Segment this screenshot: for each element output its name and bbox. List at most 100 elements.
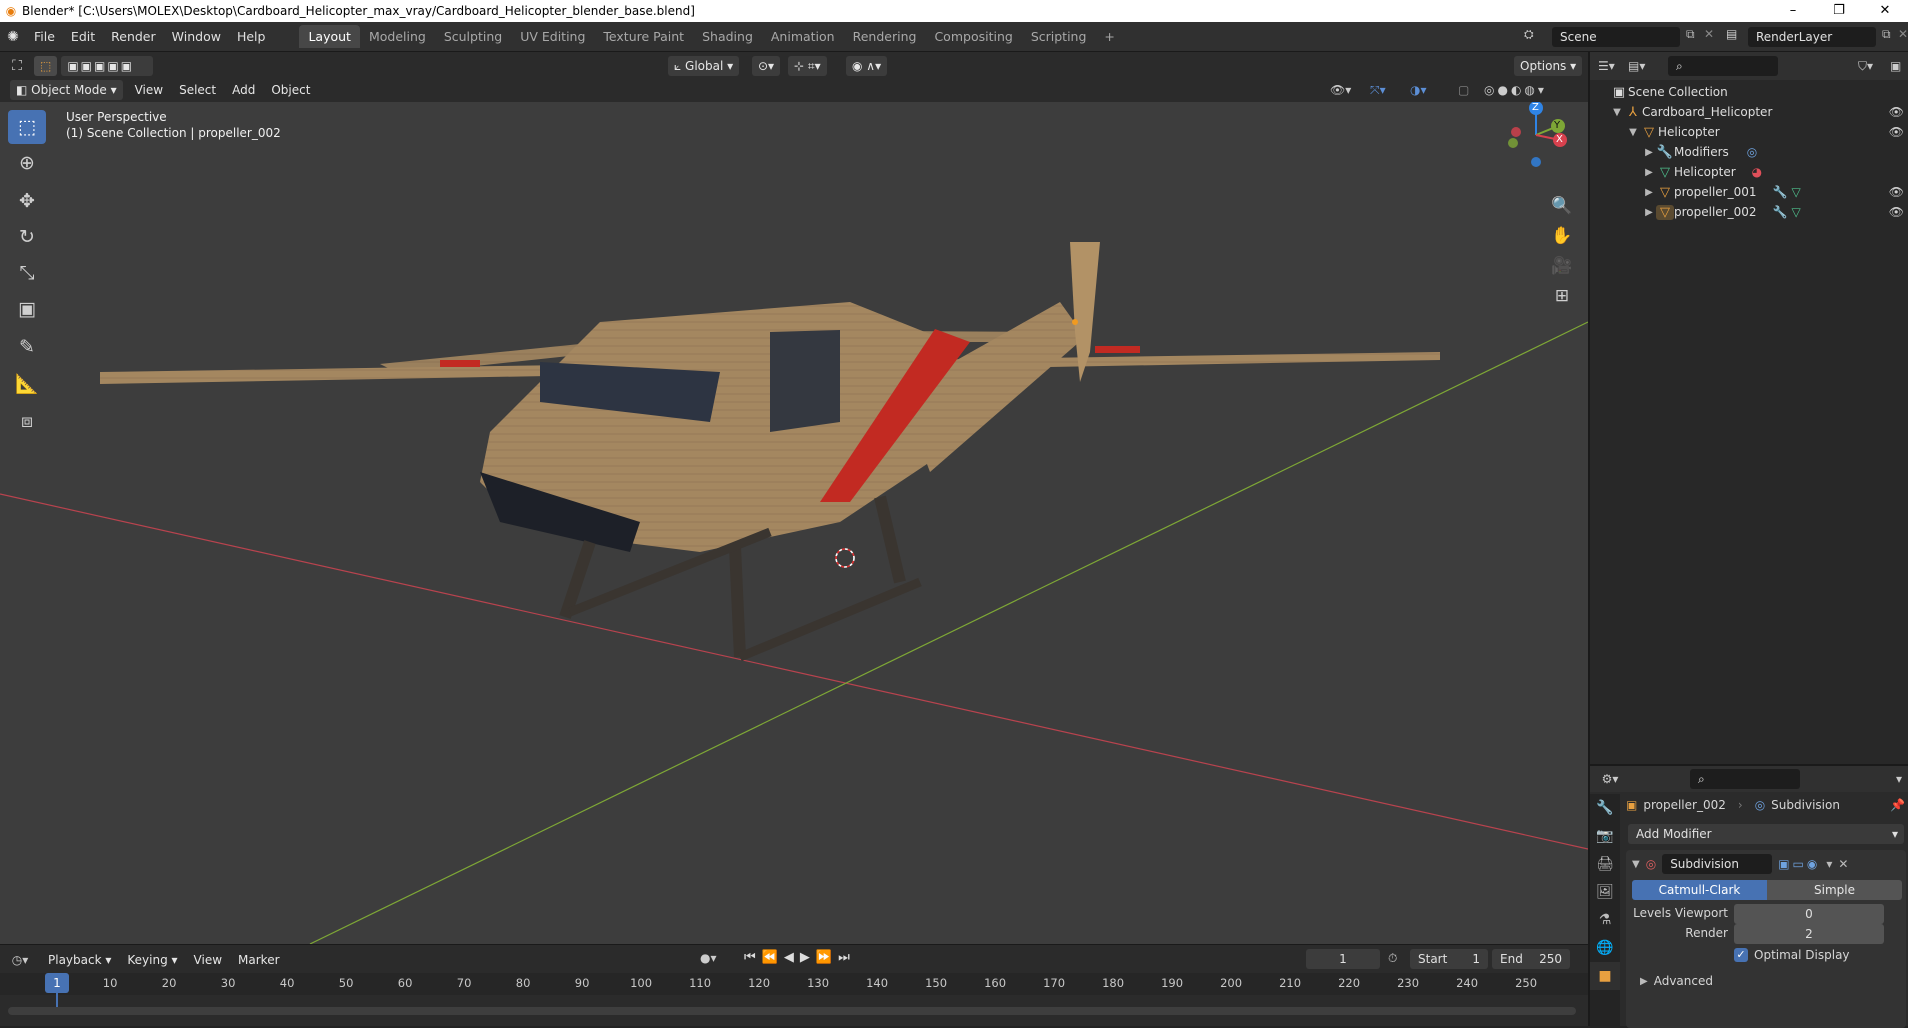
cursor-tool-icon[interactable]: ⊕ [8,146,46,180]
view-layer-tab-icon[interactable]: 🖼 [1590,878,1620,906]
catmull-clark-button[interactable]: Catmull-Clark [1632,880,1767,900]
simple-button[interactable]: Simple [1767,880,1902,900]
expand-arrow-icon[interactable]: ▶ [1642,147,1656,158]
scene-copy-icon[interactable]: ⧉ [1686,27,1695,42]
collapse-arrow-icon[interactable]: ▼ [1632,859,1640,870]
transform-tool-icon[interactable]: ▣ [8,292,46,326]
render-layer-remove-icon[interactable]: ✕ [1898,27,1908,41]
tab-shading[interactable]: Shading [693,25,762,48]
pivot-point-icon[interactable]: ⊙▾ [752,56,781,76]
menu-add[interactable]: Add [224,83,263,97]
menu-timeline-view[interactable]: View [186,953,230,967]
render-levels-field[interactable]: 2 [1734,924,1884,944]
tool-tab-icon[interactable]: 🔧 [1590,794,1620,822]
editor-type-icon[interactable]: ⛶ [0,58,34,74]
measure-tool-icon[interactable]: 📐 [8,366,46,400]
output-tab-icon[interactable]: 🖨 [1590,850,1620,878]
gizmo-toggle-icon[interactable]: ⤧▾ [1370,83,1386,98]
tab-sculpting[interactable]: Sculpting [435,25,511,48]
advanced-subpanel[interactable]: ▶ Advanced [1640,974,1713,988]
transform-orientation-dropdown[interactable]: ⟀ Global ▾ [668,56,740,76]
display-mode-icon[interactable]: ▤▾ [1628,59,1668,73]
3d-viewport[interactable]: User Perspective (1) Scene Collection | … [0,102,1588,944]
add-workspace-button[interactable]: + [1095,25,1123,48]
tab-layout[interactable]: Layout [299,25,360,48]
select-tool-icon[interactable]: ⬚ [34,56,58,76]
outliner-row-helicopter-mesh[interactable]: ▶ ▽ Helicopter ◕ [1590,162,1908,182]
scale-tool-icon[interactable]: ⤡ [8,256,46,290]
snap-icon[interactable]: ⊹ ⌗▾ [788,56,827,76]
use-preview-range-icon[interactable]: ⏱ [1388,951,1397,966]
properties-search-input[interactable]: ⌕ [1690,769,1800,789]
optimal-display-checkbox[interactable]: ✓ [1734,948,1748,962]
outliner-row-modifiers[interactable]: ▶ 🔧 Modifiers ◎ [1590,142,1908,162]
camera-view-icon[interactable]: 🎥 [1548,252,1576,280]
new-collection-icon[interactable]: ▣ [1890,59,1901,73]
scene-remove-icon[interactable]: ✕ [1704,27,1714,41]
outliner-row-helicopter[interactable]: ▼ ▽ Helicopter 👁 [1590,122,1908,142]
scene-name-field[interactable]: Scene [1552,27,1680,47]
blender-menu-icon[interactable]: ✺ [0,29,26,45]
scene-tab-icon[interactable]: ⚗ [1590,906,1620,934]
menu-render[interactable]: Render [103,29,164,44]
menu-help[interactable]: Help [229,29,274,44]
annotate-tool-icon[interactable]: ✎ [8,330,46,364]
move-tool-icon[interactable]: ✥ [8,184,46,218]
selection-mode-icons[interactable]: ▣▣▣▣▣ [61,56,154,76]
filter-icon[interactable]: ⛉▾ [1858,59,1873,74]
minimize-button[interactable]: – [1770,0,1816,22]
xray-icon[interactable]: ▢ [1458,83,1469,97]
shading-mode-icons[interactable]: ◎●◐◍▾ [1484,83,1547,97]
pin-icon[interactable]: 📌 [1890,798,1905,812]
menu-keying[interactable]: Keying ▾ [119,953,185,967]
mode-dropdown[interactable]: ◧ Object Mode ▾ [10,80,123,100]
modifier-display-toggles[interactable]: ▣▭◉ [1778,857,1820,871]
modifier-menu-icon[interactable]: ▾ [1826,857,1832,871]
timeline-scrollbar[interactable] [8,1007,1576,1015]
record-icon[interactable]: ●▾ [700,951,717,965]
tab-uv-editing[interactable]: UV Editing [511,25,594,48]
menu-object[interactable]: Object [263,83,318,97]
outliner-row-propeller-002[interactable]: ▶ ▽ propeller_002 🔧 ▽ 👁 [1590,202,1908,222]
pan-hand-icon[interactable]: ✋ [1548,222,1576,250]
current-frame-field[interactable]: 1 [1306,949,1380,969]
object-tab-icon[interactable]: ■ [1590,962,1620,990]
render-layer-field[interactable]: RenderLayer [1748,27,1876,47]
tab-rendering[interactable]: Rendering [844,25,926,48]
start-frame-field[interactable]: Start 1 [1410,949,1488,969]
modifier-name-field[interactable]: Subdivision [1662,854,1773,874]
tab-scripting[interactable]: Scripting [1022,25,1096,48]
expand-arrow-icon[interactable]: ▼ [1610,107,1624,118]
render-layer-icon[interactable]: ▤ [1726,27,1737,41]
add-cube-tool-icon[interactable]: ⧈ [8,404,46,438]
ortho-toggle-icon[interactable]: ⊞ [1548,282,1576,310]
close-button[interactable]: ✕ [1862,0,1908,22]
visibility-eye-icon[interactable]: 👁 [1889,125,1904,139]
expand-arrow-icon[interactable]: ▶ [1642,167,1656,178]
options-dropdown[interactable]: Options ▾ [1514,56,1583,76]
frame-ruler[interactable]: 10 20 30 40 50 60 70 80 90 100 110 120 130 140 150 160 1… [0,973,1588,995]
select-box-icon[interactable]: ⬚ [8,110,46,144]
menu-file[interactable]: File [26,29,63,44]
world-tab-icon[interactable]: 🌐 [1590,934,1620,962]
zoom-icon[interactable]: 🔍 [1548,192,1576,220]
maximize-button[interactable]: ❐ [1816,0,1862,22]
outliner-row-propeller-001[interactable]: ▶ ▽ propeller_001 🔧 ▽ 👁 [1590,182,1908,202]
tab-texture-paint[interactable]: Texture Paint [594,25,693,48]
menu-edit[interactable]: Edit [63,29,103,44]
properties-options-icon[interactable]: ▾ [1896,772,1902,786]
scene-selector-icon[interactable]: ⛭ [1524,27,1534,42]
tab-animation[interactable]: Animation [762,25,844,48]
visibility-eye-icon[interactable]: 👁 [1889,105,1904,119]
outliner-row-scene-collection[interactable]: ▣ Scene Collection [1590,82,1908,102]
expand-arrow-icon[interactable]: ▶ [1642,207,1656,218]
tab-modeling[interactable]: Modeling [360,25,435,48]
menu-playback[interactable]: Playback ▾ [40,953,119,967]
expand-arrow-icon[interactable]: ▼ [1626,127,1640,138]
visibility-eye-icon[interactable]: 👁 [1889,205,1904,219]
render-layer-copy-icon[interactable]: ⧉ [1882,27,1891,42]
outliner-search-input[interactable]: ⌕ [1668,56,1778,76]
overlay-toggle-icon[interactable]: ◑▾ [1410,83,1427,97]
tab-compositing[interactable]: Compositing [925,25,1021,48]
rotate-tool-icon[interactable]: ↻ [8,220,46,254]
